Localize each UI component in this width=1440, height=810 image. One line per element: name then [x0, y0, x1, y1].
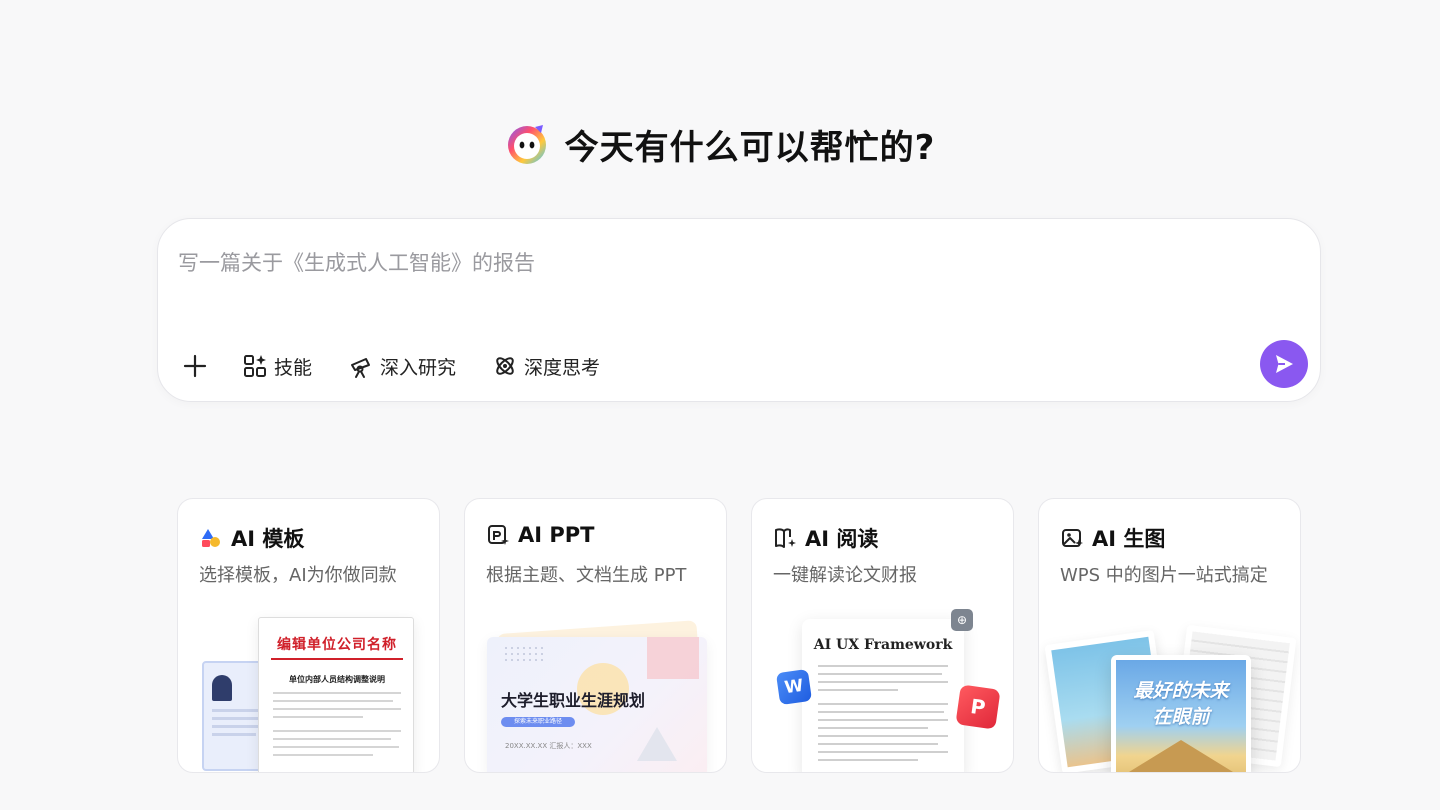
prompt-composer: 技能 深入研究 深度思考	[157, 218, 1321, 402]
deep-research-button[interactable]: 深入研究	[348, 349, 456, 383]
slide-title: 大学生职业生涯规划	[501, 691, 646, 710]
paper-thumbnail: AI UX Framework	[802, 619, 964, 772]
globe-icon: ⊕	[951, 609, 973, 631]
doc-subheading: 单位内部人员结构调整说明	[289, 674, 385, 684]
official-doc-thumbnail: 编辑单位公司名称 单位内部人员结构调整说明	[258, 617, 414, 772]
image-sparkle-icon	[1062, 529, 1083, 547]
skills-button[interactable]: 技能	[242, 349, 312, 383]
word-app-icon: W	[775, 668, 813, 706]
deep-thinking-button[interactable]: 深度思考	[492, 349, 600, 383]
skills-grid-icon	[244, 355, 266, 377]
poster-thumbnail: 最好的未来 在眼前	[1111, 655, 1251, 772]
ppt-preview-image: 大学生职业生涯规划 探索未来职业路径 20XX.XX.XX 汇报人：XXX	[465, 599, 726, 772]
mountain-shape	[1116, 740, 1246, 772]
card-title: AI 生图	[1092, 527, 1166, 551]
hero: 今天有什么可以帮忙的?	[0, 120, 1440, 169]
card-description: 一键解读论文财报	[773, 565, 917, 586]
plus-icon	[183, 354, 207, 378]
card-header: AI PPT	[486, 523, 594, 547]
card-header: AI 生图	[1060, 523, 1165, 553]
card-description: 根据主题、文档生成 PPT	[486, 565, 687, 586]
add-attachment-button[interactable]	[182, 349, 208, 383]
deep-research-label: 深入研究	[380, 356, 457, 379]
page-title: 今天有什么可以帮忙的?	[564, 128, 936, 168]
doc-heading: 编辑单位公司名称	[277, 637, 397, 653]
card-title: AI PPT	[518, 523, 595, 547]
atom-icon	[496, 357, 514, 375]
assistant-logo-icon	[507, 124, 546, 164]
image-preview-collage: 最好的未来 在眼前	[1039, 599, 1300, 772]
template-preview-image: 编辑单位公司名称 单位内部人员结构调整说明	[178, 599, 439, 772]
template-shapes-icon	[202, 529, 220, 547]
ppt-sparkle-icon	[488, 525, 509, 545]
card-title: AI 模板	[231, 527, 305, 551]
pdf-app-icon: P	[955, 684, 1001, 730]
app-root: 今天有什么可以帮忙的? 技能	[0, 0, 1440, 810]
slide-pill: 探索未来职业路径	[501, 717, 575, 727]
telescope-icon	[351, 358, 371, 378]
card-ai-image[interactable]: AI 生图 WPS 中的图片一站式搞定 最好的未来 在眼前	[1038, 498, 1301, 773]
card-header: AI 模板	[199, 523, 304, 553]
send-button[interactable]	[1260, 340, 1308, 388]
slide-meta: 20XX.XX.XX 汇报人：XXX	[505, 742, 592, 750]
skills-label: 技能	[274, 356, 313, 379]
composer-toolbar: 技能 深入研究 深度思考	[182, 349, 636, 383]
slide-thumbnail: 大学生职业生涯规划 探索未来职业路径 20XX.XX.XX 汇报人：XXX	[487, 637, 707, 772]
person-icon	[212, 675, 232, 701]
card-ai-template[interactable]: AI 模板 选择模板，AI为你做同款 编辑单位公司名称 单位内部人员结构调整说明	[177, 498, 440, 773]
card-ai-ppt[interactable]: AI PPT 根据主题、文档生成 PPT 大学生职业生涯规划 探索未来职业路径 …	[464, 498, 727, 773]
card-title: AI 阅读	[805, 527, 879, 551]
deep-thinking-label: 深度思考	[524, 356, 601, 379]
book-sparkle-icon	[775, 528, 796, 548]
feature-cards: AI 模板 选择模板，AI为你做同款 编辑单位公司名称 单位内部人员结构调整说明	[177, 498, 1301, 773]
card-header: AI 阅读	[773, 523, 878, 553]
card-description: 选择模板，AI为你做同款	[199, 565, 397, 586]
paper-title: AI UX Framework	[813, 637, 953, 653]
reading-preview-image: AI UX Framework W P ⊕	[752, 599, 1013, 772]
card-description: WPS 中的图片一站式搞定	[1060, 565, 1268, 586]
poster-art-text: 最好的未来 在眼前	[1133, 680, 1229, 728]
send-arrow-icon	[1276, 355, 1293, 373]
card-ai-reading[interactable]: AI 阅读 一键解读论文财报 AI UX Framework W P ⊕	[751, 498, 1014, 773]
prompt-input[interactable]	[178, 243, 1278, 283]
